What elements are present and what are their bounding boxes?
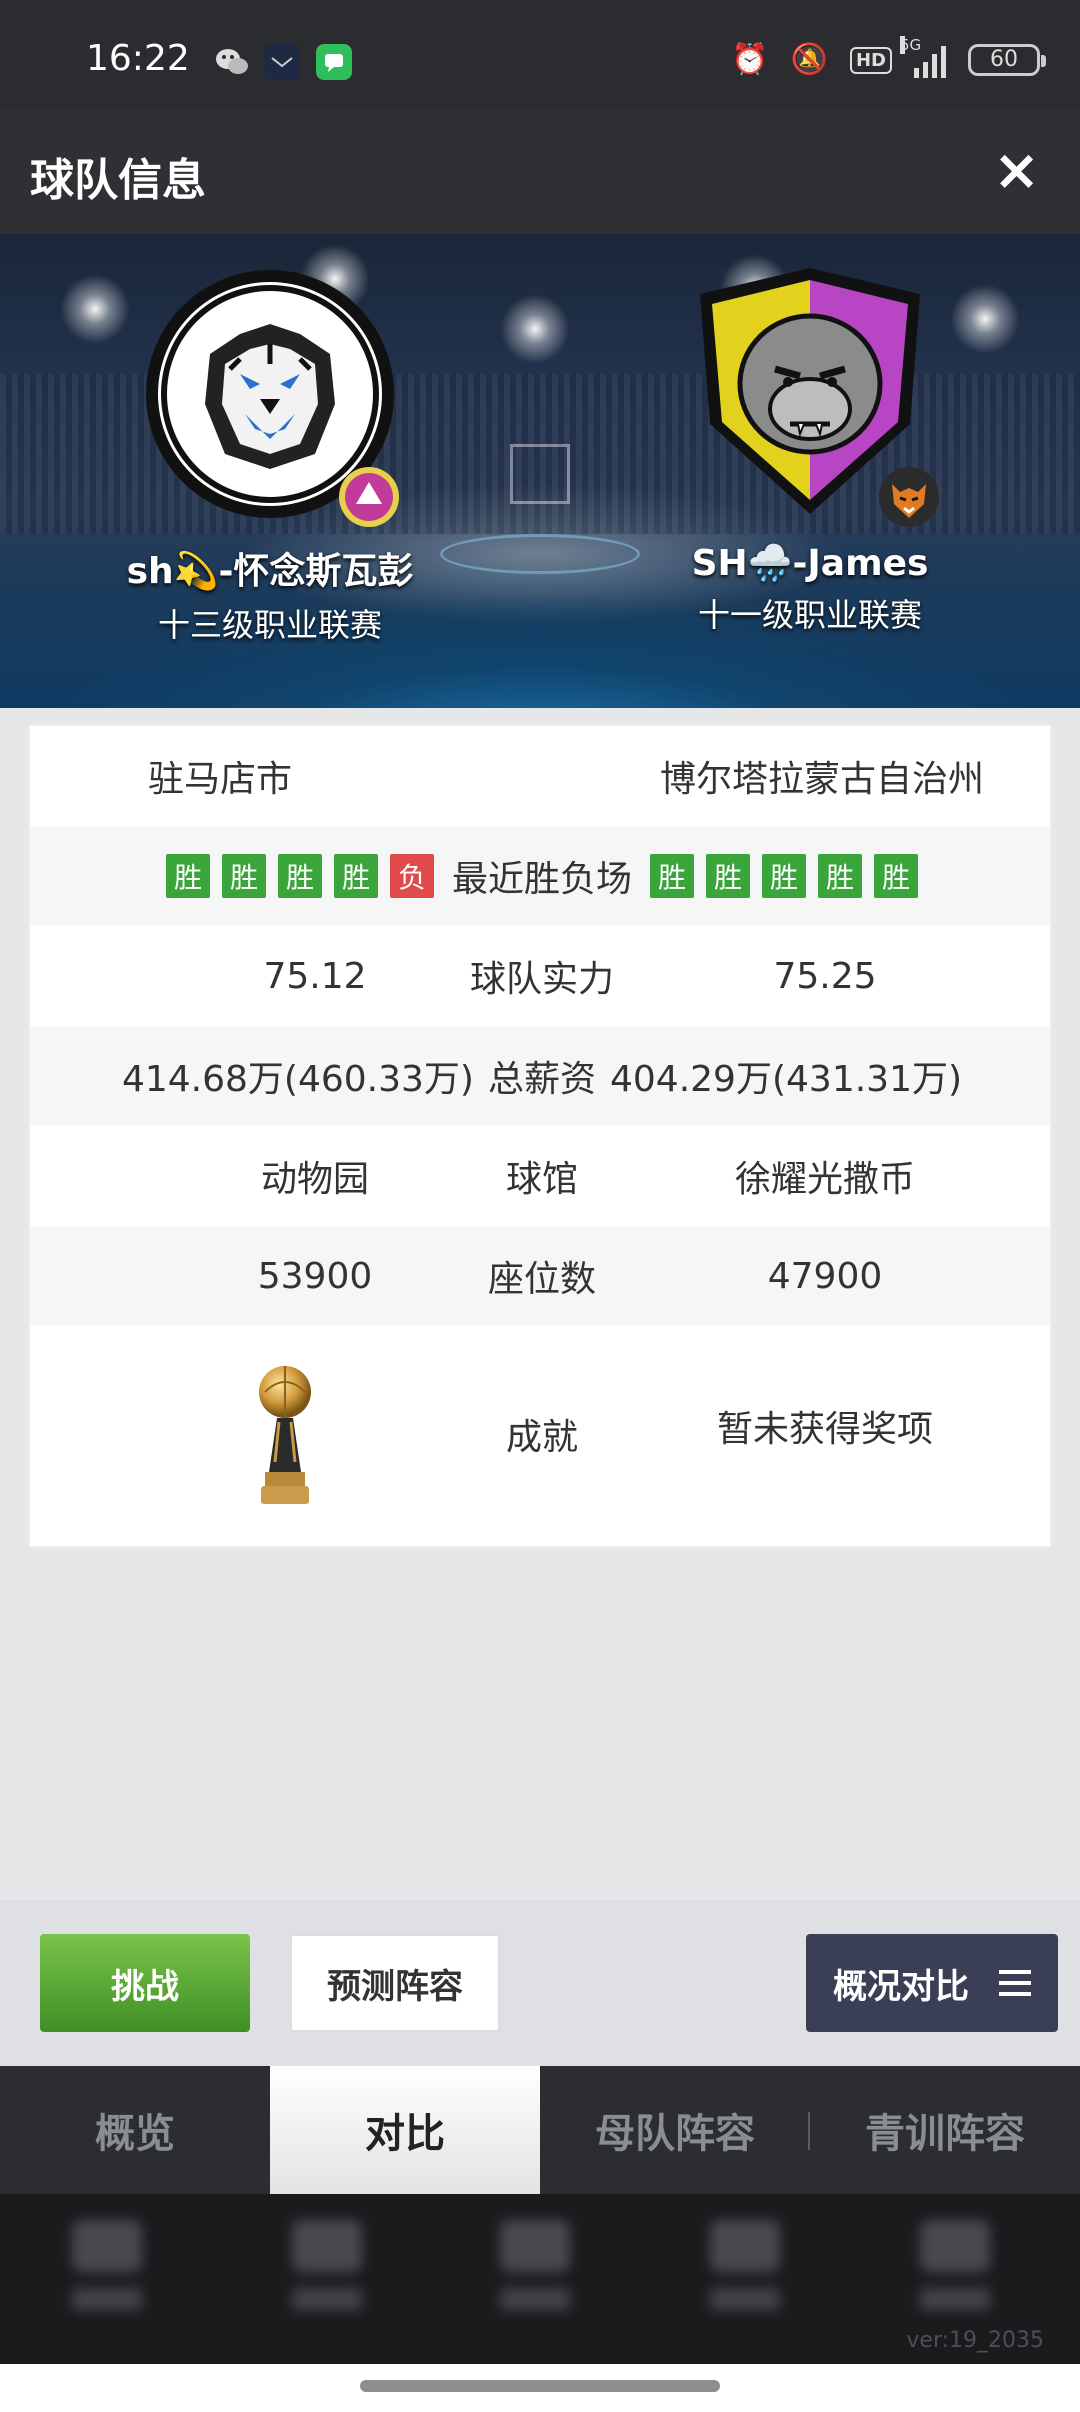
- home-result-4: 胜: [333, 854, 378, 898]
- home-city: 驻马店市: [147, 759, 292, 800]
- tab-youth-roster[interactable]: 青训阵容: [810, 2066, 1080, 2194]
- title-bar: 球队信息 ×: [0, 108, 1080, 234]
- app-root: 16:22 ⏰ 🔕 HD 5G 60 球队信息 × sh💫-怀念斯瓦彭 十三级职…: [0, 0, 1080, 2412]
- hd-badge: HD: [849, 46, 892, 74]
- salary-content: 414.68万(460.33万) 总薪资 404.29万(431.31万): [30, 1026, 1054, 1126]
- away-result-4: 胜: [818, 854, 862, 898]
- blurred-nav-item: [910, 2220, 1000, 2330]
- away-arena: 徐耀光撒币: [734, 1159, 915, 1200]
- arena-row: 动物园 球馆 徐耀光撒币: [30, 1126, 1050, 1226]
- comparison-table: 驻马店市 博尔塔拉蒙古自治州 胜 胜 胜 胜 负 最近胜负场 胜 胜 胜 胜 胜…: [28, 724, 1052, 1548]
- battery-indicator: 60: [968, 44, 1046, 76]
- menu-icon: [999, 1970, 1031, 1996]
- action-bar: 挑战 预测阵容 概况对比: [0, 1900, 1080, 2066]
- tab-parent-roster[interactable]: 母队阵容: [540, 2066, 810, 2194]
- home-team-name: sh💫-怀念斯瓦彭: [126, 551, 414, 592]
- wechat-icon: [214, 44, 250, 80]
- mail-app-icon: [264, 44, 300, 80]
- salary-label: 总薪资: [487, 1059, 596, 1100]
- away-result-2: 胜: [706, 854, 750, 898]
- home-badge-icon: [339, 467, 399, 527]
- away-achievement: 暂未获得奖项: [716, 1409, 933, 1450]
- messages-app-icon: [316, 44, 352, 80]
- away-team-name: SH🌧️-James: [691, 543, 929, 584]
- network-type: 5G: [900, 36, 922, 54]
- alarm-icon: ⏰: [731, 42, 769, 77]
- away-strength: 75.25: [773, 955, 877, 997]
- away-badge-icon: [879, 467, 939, 527]
- home-result-2: 胜: [221, 854, 266, 898]
- close-icon[interactable]: ×: [993, 138, 1040, 203]
- away-team-league: 十一级职业联赛: [697, 596, 922, 634]
- tab-bar: 概览 对比 母队阵容 青训阵容: [0, 2066, 1080, 2194]
- stadium-light: [500, 294, 570, 364]
- page-title: 球队信息: [30, 155, 206, 206]
- away-seats: 47900: [767, 1255, 883, 1297]
- home-recent-results: 胜 胜 胜 胜 负: [165, 854, 434, 898]
- blurred-nav-item: [62, 2220, 152, 2330]
- challenge-button[interactable]: 挑战: [40, 1934, 250, 2032]
- predict-lineup-button[interactable]: 预测阵容: [290, 1934, 500, 2032]
- version-label: ver:19_2035: [906, 2328, 1044, 2353]
- blurred-nav-item: [700, 2220, 790, 2330]
- city-row: 驻马店市 博尔塔拉蒙古自治州: [30, 726, 1050, 826]
- blurred-nav-item: [490, 2220, 580, 2330]
- away-result-5: 胜: [874, 854, 918, 898]
- recent-record-label: 最近胜负场: [451, 859, 632, 900]
- salary-row: 414.68万(460.33万) 总薪资 404.29万(431.31万): [30, 1026, 1050, 1126]
- home-team-logo[interactable]: [140, 264, 400, 527]
- away-recent-results: 胜 胜 胜 胜 胜: [650, 854, 918, 898]
- status-time: 16:22: [86, 38, 190, 79]
- home-team-league: 十三级职业联赛: [157, 606, 382, 644]
- away-team-logo[interactable]: [680, 264, 940, 527]
- tab-overview[interactable]: 概览: [0, 2066, 270, 2194]
- status-bar: 16:22 ⏰ 🔕 HD 5G 60: [0, 0, 1080, 108]
- home-salary: 414.68万(460.33万): [121, 1059, 474, 1100]
- home-result-5: 负: [389, 854, 434, 898]
- blurred-nav-item: [282, 2220, 372, 2330]
- achievement-row: 成就 暂未获得奖项: [30, 1326, 1050, 1542]
- team-banner: sh💫-怀念斯瓦彭 十三级职业联赛 SH🌧️-James 十一级职业联赛: [0, 234, 1080, 708]
- seats-row: 53900 座位数 47900: [30, 1226, 1050, 1326]
- basketball-hoop: [510, 444, 570, 504]
- tab-compare[interactable]: 对比: [270, 2066, 540, 2194]
- home-result-1: 胜: [165, 854, 210, 898]
- away-salary: 404.29万(431.31万): [610, 1059, 963, 1100]
- away-team: SH🌧️-James 十一级职业联赛: [610, 264, 1010, 636]
- home-indicator[interactable]: [360, 2380, 720, 2392]
- recent-record-row: 胜 胜 胜 胜 负 最近胜负场 胜 胜 胜 胜 胜: [30, 826, 1050, 926]
- away-result-3: 胜: [762, 854, 806, 898]
- signal-icon: 5G: [900, 36, 946, 78]
- home-result-3: 胜: [277, 854, 322, 898]
- recent-record-content: 胜 胜 胜 胜 负 最近胜负场 胜 胜 胜 胜 胜: [30, 826, 1054, 926]
- mute-icon: 🔕: [790, 42, 828, 77]
- away-city: 博尔塔拉蒙古自治州: [659, 759, 984, 800]
- strength-row: 75.12 球队实力 75.25: [30, 926, 1050, 1026]
- overview-compare-label: 概况对比: [833, 1966, 969, 2007]
- trophy-icon[interactable]: [255, 1362, 315, 1512]
- home-team: sh💫-怀念斯瓦彭 十三级职业联赛: [70, 264, 470, 646]
- away-result-1: 胜: [650, 854, 694, 898]
- status-icons: ⏰ 🔕 HD 5G 60: [731, 36, 1046, 80]
- overview-compare-button[interactable]: 概况对比: [806, 1934, 1058, 2032]
